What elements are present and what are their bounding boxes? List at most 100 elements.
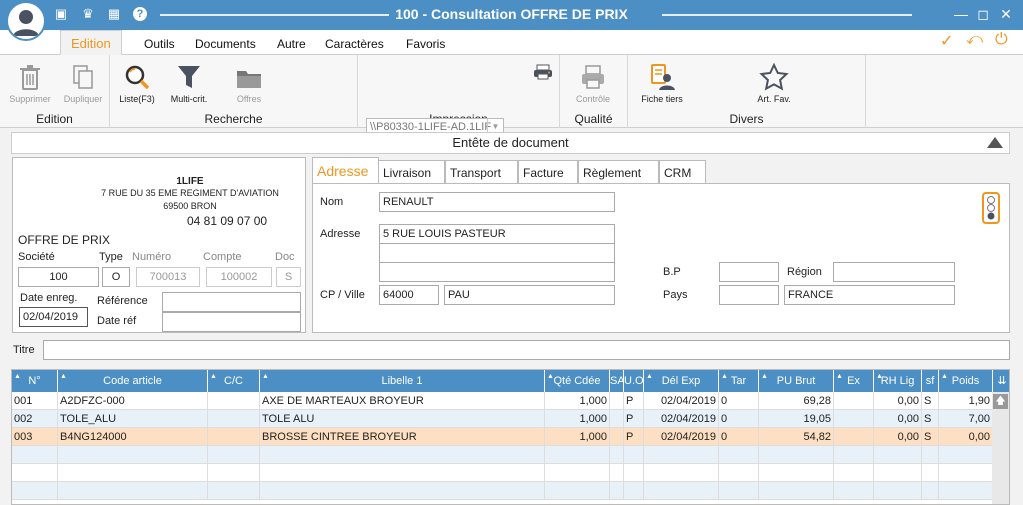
pays-code-field[interactable] <box>719 285 779 305</box>
scroll-up-icon[interactable]: 🡅 <box>993 394 1008 409</box>
maximize-button[interactable]: ◻ <box>975 6 991 22</box>
cell-uo: P <box>624 410 644 428</box>
col-menu-button[interactable]: ⇊ <box>993 370 1009 392</box>
col-header-poids[interactable]: ▲ Poids <box>939 370 993 392</box>
col-header-libelle[interactable]: ▲ Libelle 1 <box>260 370 545 392</box>
reference-field[interactable] <box>162 292 301 312</box>
doc-field: S <box>276 267 301 287</box>
cell-tar: 0 <box>719 428 759 446</box>
cell-poids <box>939 446 993 464</box>
col-header-del[interactable]: ▲ Dél Exp <box>644 370 719 392</box>
col-header-uo[interactable]: U.O <box>624 370 644 392</box>
col-header-ex[interactable]: ▲ Ex <box>834 370 874 392</box>
tab-facture[interactable]: Facture <box>518 160 578 183</box>
favorite-articles-button[interactable]: Art. Fav. <box>748 63 800 104</box>
cell-ex <box>834 428 874 446</box>
table-row[interactable]: 001 A2DFZC-000 AXE DE MARTEAUX BROYEUR 1,00… <box>12 392 993 410</box>
tab-crm[interactable]: CRM <box>659 160 706 183</box>
col-header-sa[interactable]: SA <box>610 370 624 392</box>
cell-cc <box>208 446 260 464</box>
bp-field[interactable] <box>719 262 779 282</box>
menu-documents[interactable]: Documents <box>195 37 256 51</box>
cell-n: 003 <box>12 428 58 446</box>
col-header-cc[interactable]: ▲ C/C <box>208 370 260 392</box>
col-header-sf[interactable]: sf <box>922 370 939 392</box>
label-region: Région <box>787 266 822 278</box>
address-line1-field[interactable]: 5 RUE LOUIS PASTEUR <box>379 224 615 244</box>
tab-reglement[interactable]: Règlement <box>578 160 659 183</box>
societe-field[interactable]: 100 <box>18 267 99 287</box>
close-button[interactable]: ✕ <box>998 6 1014 22</box>
col-header-code[interactable]: ▲ Code article <box>58 370 208 392</box>
nom-field[interactable]: RENAULT <box>379 192 615 212</box>
table-row[interactable]: 002 TOLE_ALU TOLE ALU 1,000 P 02/04/2019 0 19,0… <box>12 410 993 428</box>
offres-button[interactable]: Offres <box>228 63 270 104</box>
power-icon[interactable]: ⏻ <box>995 31 1008 49</box>
cell-pu: 54,82 <box>759 428 834 446</box>
menu-caracteres[interactable]: Caractères <box>325 37 384 51</box>
validate-icon[interactable]: ✓ <box>940 31 953 51</box>
label-type: Type <box>99 251 123 263</box>
document-header-bar[interactable]: Entête de document <box>11 132 1010 154</box>
titre-field[interactable] <box>43 340 1010 360</box>
date-enreg-field[interactable]: 02/04/2019 <box>19 307 88 327</box>
type-field[interactable]: O <box>102 267 130 287</box>
undo-icon[interactable]: ⤺ <box>966 31 983 49</box>
cell-n <box>12 482 58 500</box>
label-date-ref: Date réf <box>97 315 137 327</box>
star-icon <box>759 63 789 91</box>
cell-sa <box>610 428 624 446</box>
region-field[interactable] <box>833 262 955 282</box>
ville-field[interactable]: PAU <box>444 285 615 305</box>
menu-autre[interactable]: Autre <box>277 37 306 51</box>
menu-favoris[interactable]: Favoris <box>406 37 445 51</box>
delete-button[interactable]: Supprimer <box>8 63 52 104</box>
table-row[interactable]: 003 B4NG124000 BROSSE CINTREE BROYEUR 1,000… <box>12 428 993 446</box>
tab-adresse[interactable]: Adresse <box>312 157 379 184</box>
fiche-tiers-button[interactable]: Fiche tiers <box>636 63 688 104</box>
menu-edition[interactable]: Edition <box>60 30 122 56</box>
tab-livraison[interactable]: Livraison <box>378 160 445 183</box>
cell-rh: 0,00 <box>874 392 922 410</box>
col-header-tar[interactable]: ▲ Tar <box>719 370 759 392</box>
cell-rh <box>874 482 922 500</box>
pays-field[interactable]: FRANCE <box>784 285 955 305</box>
printer-icon[interactable] <box>533 64 553 80</box>
cell-sf <box>922 446 939 464</box>
list-button[interactable]: Liste(F3) <box>116 63 158 104</box>
table-row[interactable] <box>12 464 993 482</box>
menu-outils[interactable]: Outils <box>144 37 175 51</box>
multi-criteria-button[interactable]: Multi-crit. <box>166 63 212 104</box>
cp-field[interactable]: 64000 <box>379 285 439 305</box>
duplicate-button[interactable]: Dupliquer <box>60 63 106 104</box>
company-city: 69500 BRON <box>163 201 217 211</box>
controle-button[interactable]: Contrôle <box>570 63 616 104</box>
table-row[interactable] <box>12 446 993 464</box>
address-line2-field[interactable] <box>379 243 615 263</box>
cell-n: 002 <box>12 410 58 428</box>
cell-code: TOLE_ALU <box>58 410 208 428</box>
minimize-button[interactable]: — <box>953 6 969 22</box>
label-nom: Nom <box>320 196 344 208</box>
group-label-divers: Divers <box>729 112 764 126</box>
tab-transport[interactable]: Transport <box>445 160 518 183</box>
col-header-pu[interactable]: ▲ PU Brut <box>759 370 834 392</box>
cell-pu <box>759 464 834 482</box>
cell-sf: S <box>922 392 939 410</box>
col-header-n[interactable]: ▲ N° <box>12 370 58 392</box>
cell-rh: 0,00 <box>874 410 922 428</box>
cell-cc <box>208 482 260 500</box>
table-row[interactable] <box>12 482 993 500</box>
traffic-light-icon[interactable] <box>982 192 1000 224</box>
grid-scrollbar[interactable]: 🡅 <box>992 392 1009 504</box>
company-panel: 1LIFE 7 RUE DU 35 EME REGIMENT D'AVIATIO… <box>12 157 306 333</box>
cell-lib <box>260 464 545 482</box>
date-ref-field[interactable] <box>162 312 301 332</box>
address-line3-field[interactable] <box>379 262 615 282</box>
collapse-icon[interactable] <box>987 137 1003 148</box>
label-adresse: Adresse <box>320 228 361 240</box>
user-avatar[interactable] <box>6 1 46 41</box>
col-header-rh[interactable]: ▲ RH Lig <box>874 370 922 392</box>
col-header-qte[interactable]: ▲ Qté Cdée <box>545 370 610 392</box>
cell-code: B4NG124000 <box>58 428 208 446</box>
